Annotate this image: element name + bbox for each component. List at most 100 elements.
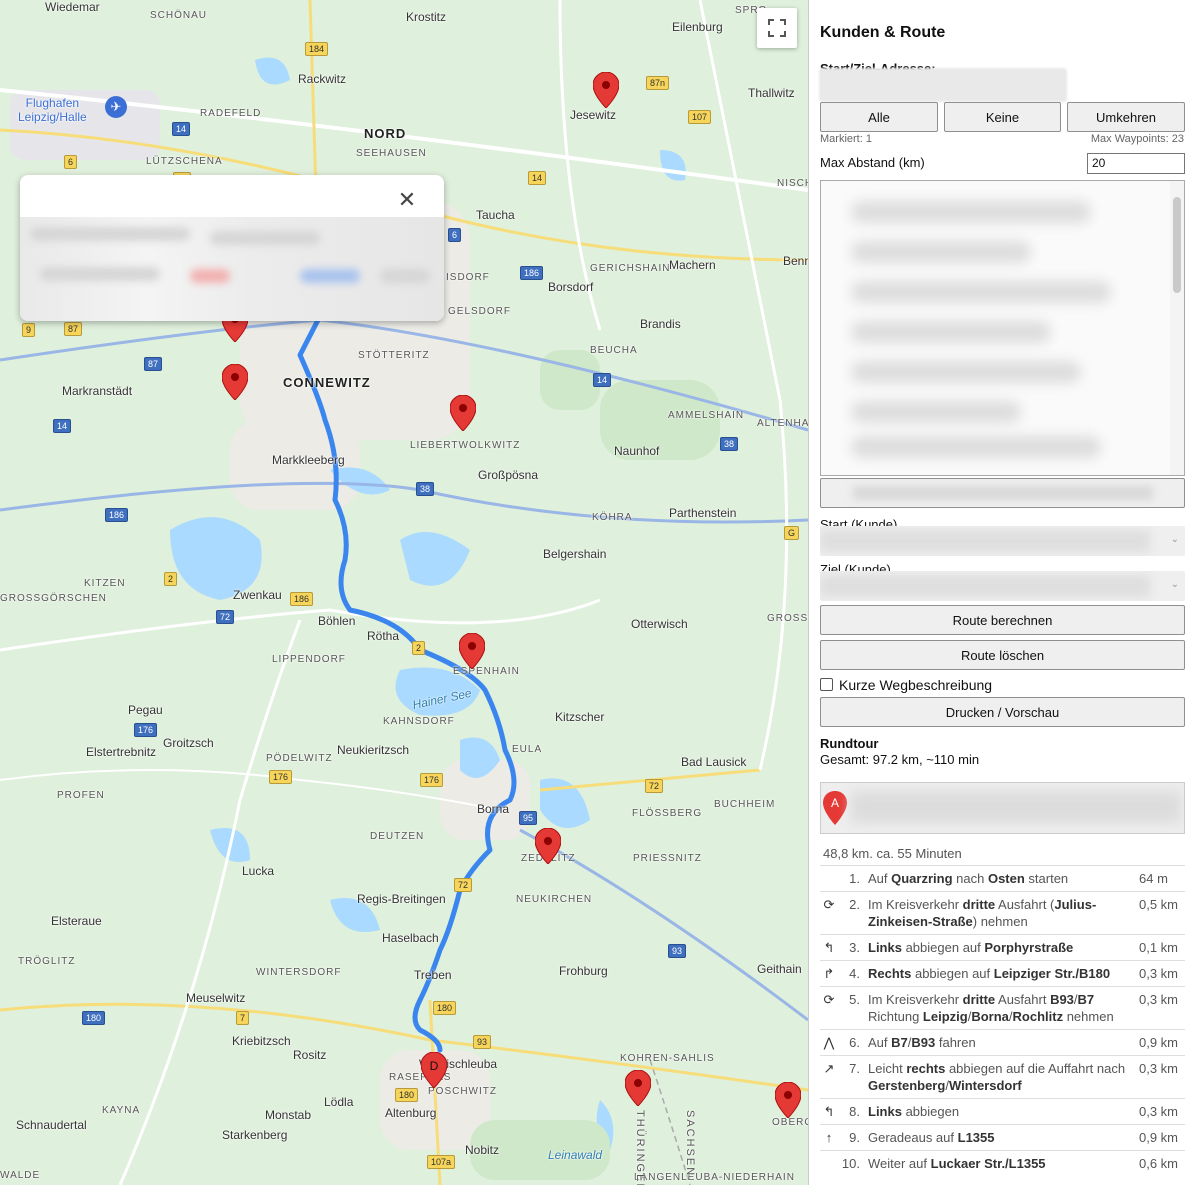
road-shield: 72	[454, 878, 473, 892]
place-label: Borsdorf	[548, 280, 594, 294]
step-number: 5.	[849, 992, 860, 1007]
customer-pin[interactable]: D	[421, 1052, 447, 1088]
place-label: Parthenstein	[669, 506, 737, 520]
sidebar-title: Kunden & Route	[820, 24, 946, 41]
airport-icon: ✈	[105, 96, 127, 118]
road-shield: 14	[593, 373, 612, 387]
place-label: DEUTZEN	[370, 831, 425, 842]
place-label: Elsteraue	[51, 914, 102, 928]
max-distance-label: Max Abstand (km)	[820, 155, 925, 170]
place-label: BUCHHEIM	[714, 799, 776, 810]
place-label: NISCH	[777, 178, 808, 189]
direction-step: ⋀ 6. Auf B7/B93 fahren 0,9 km	[820, 1029, 1185, 1055]
step-distance: 0,3 km	[1139, 992, 1179, 1007]
step-number: 3.	[849, 940, 860, 955]
step-instruction: Weiter auf Luckaer Str./L1355	[868, 1156, 1046, 1171]
customer-pin[interactable]	[625, 1070, 651, 1106]
customer-pin[interactable]	[593, 72, 619, 108]
place-label: Krostitz	[406, 10, 447, 24]
place-label: Pegau	[128, 703, 163, 717]
place-label: Brandis	[640, 317, 681, 331]
reverse-button[interactable]: Umkehren	[1067, 102, 1185, 132]
direction-step: 1. Auf Quarzring nach Osten starten 64 m	[820, 865, 1185, 891]
customer-pin[interactable]	[535, 828, 561, 864]
place-label: SCHÖNAU	[150, 10, 208, 21]
list-scrollbar[interactable]	[1170, 181, 1184, 475]
place-label: Geithain	[757, 962, 802, 976]
place-label: LIEBERTWOLKWITZ	[410, 440, 521, 451]
place-label: Starkenberg	[222, 1128, 288, 1142]
place-label: Haselbach	[382, 931, 439, 945]
state-label: THÜRINGEN	[634, 1110, 646, 1185]
place-label: Markranstädt	[62, 384, 133, 398]
place-label: AMMELSHAIN	[668, 410, 745, 421]
place-label: KAHNSDORF	[383, 716, 455, 727]
place-label: Kriebitzsch	[232, 1034, 291, 1048]
place-label: Flughafen Leipzig/Halle	[18, 96, 87, 124]
customer-pin[interactable]	[775, 1082, 801, 1118]
step-number: 2.	[849, 897, 860, 912]
direction-step: ↱ 4. Rechts abbiegen auf Leipziger Str./B1…	[820, 960, 1185, 986]
step-distance: 0,3 km	[1139, 1104, 1179, 1119]
place-label: Regis-Breitingen	[357, 892, 446, 906]
end-select[interactable]: ⌄	[820, 571, 1185, 601]
clear-route-button[interactable]: Route löschen	[820, 640, 1185, 670]
step-instruction: Auf B7/B93 fahren	[868, 1035, 976, 1050]
round-trip-total: Gesamt: 97.2 km, ~110 min	[820, 752, 980, 767]
leg-marker-label: A	[831, 796, 839, 810]
place-label: Rackwitz	[298, 72, 347, 86]
fullscreen-button[interactable]	[757, 8, 797, 48]
straight-icon: ↑	[825, 1130, 833, 1145]
short-directions-checkbox[interactable]	[820, 678, 833, 691]
place-label: ISDORF	[446, 272, 490, 283]
place-label: Schnaudertal	[16, 1118, 87, 1132]
map[interactable]: Wiedemar SCHÖNAU Krostitz Eilenburg SPRO Rack…	[0, 0, 808, 1185]
place-label: Bad Lausick	[681, 755, 747, 769]
straight-icon	[820, 1155, 838, 1172]
round-trip-title: Rundtour	[820, 736, 879, 751]
place-label: OBERGRÄF	[772, 1117, 808, 1128]
road-shield: 38	[720, 437, 739, 451]
select-all-button[interactable]: Alle	[820, 102, 938, 132]
place-label: GELSDORF	[448, 306, 512, 317]
customer-pin[interactable]	[459, 633, 485, 669]
step-number: 6.	[849, 1035, 860, 1050]
customer-pin[interactable]	[222, 364, 248, 400]
place-label: KÖHRA	[592, 512, 633, 523]
road-shield: 95	[519, 811, 538, 825]
max-distance-input[interactable]: 20	[1087, 153, 1185, 174]
step-instruction: Geradeaus auf L1355	[868, 1130, 995, 1145]
close-button[interactable]: ✕	[396, 187, 418, 212]
road-shield: 93	[473, 1035, 492, 1049]
info-window-content	[20, 217, 444, 321]
list-action-button[interactable]	[820, 478, 1185, 508]
road-shield: 87n	[646, 76, 670, 90]
place-label: ALTENHAI	[757, 418, 808, 429]
directions-list: 1. Auf Quarzring nach Osten starten 64 m ⟳ 2…	[820, 865, 1185, 1176]
place-label: KOHREN-SAHLIS	[620, 1053, 715, 1064]
direction-step: ⟳ 5. Im Kreisverkehr dritte Ausfahrt B93/B…	[820, 986, 1185, 1029]
place-label: Belgershain	[543, 547, 607, 561]
direction-step: ↑ 9. Geradeaus auf L1355 0,9 km	[820, 1124, 1185, 1150]
step-distance: 0,5 km	[1139, 897, 1179, 912]
road-shield: 186	[290, 592, 314, 606]
info-window: ✕	[20, 175, 444, 321]
start-select[interactable]: ⌄	[820, 526, 1185, 556]
customer-list[interactable]	[820, 180, 1185, 476]
short-directions-label: Kurze Wegbeschreibung	[839, 677, 993, 693]
step-instruction: Links abbiegen auf Porphyrstraße	[868, 940, 1074, 955]
customer-pin[interactable]	[450, 395, 476, 431]
step-number: 4.	[849, 966, 860, 981]
calculate-route-button[interactable]: Route berechnen	[820, 605, 1185, 635]
place-label: Nobitz	[465, 1143, 500, 1157]
road-shield: 87	[64, 322, 83, 336]
road-shield: 14	[528, 171, 547, 185]
select-none-button[interactable]: Keine	[944, 102, 1061, 132]
address-input[interactable]	[819, 68, 1067, 102]
print-button[interactable]: Drucken / Vorschau	[820, 697, 1185, 727]
place-label: Böhlen	[318, 614, 356, 628]
direction-step: 10. Weiter auf Luckaer Str./L1355 0,6 km	[820, 1150, 1185, 1176]
step-number: 10.	[841, 1156, 860, 1171]
direction-step: ↰ 8. Links abbiegen 0,3 km	[820, 1098, 1185, 1124]
place-label: Benn	[783, 254, 808, 268]
